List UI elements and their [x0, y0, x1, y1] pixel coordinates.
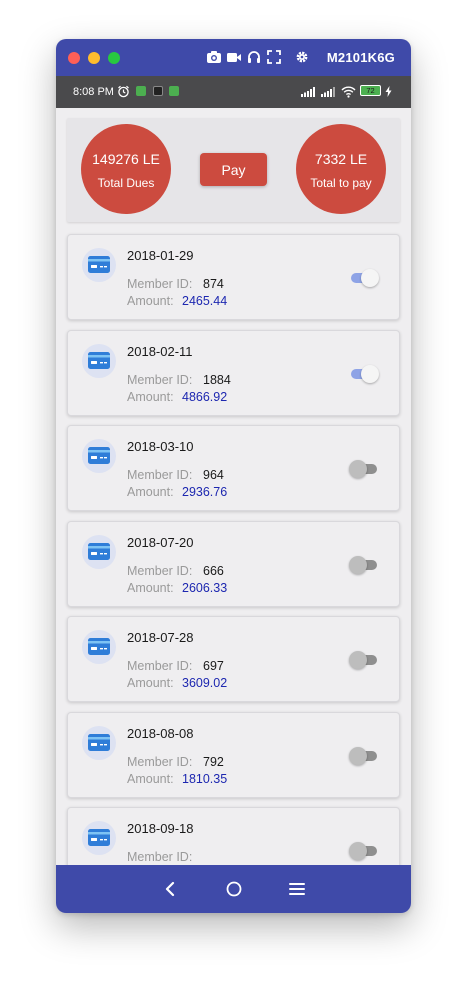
app-notification-icon — [153, 86, 163, 96]
member-id-value: 792 — [203, 754, 224, 769]
headphones-icon[interactable] — [246, 49, 262, 65]
navigation-bar — [56, 865, 411, 913]
amount-label: Amount: — [127, 294, 174, 308]
dues-summary: 149276 LE Total Dues Pay 7332 LE Total t… — [67, 118, 400, 222]
amount-value: 2606.33 — [182, 580, 228, 595]
alarm-icon — [118, 85, 129, 98]
battery-level: 72 — [366, 86, 375, 95]
amount-label: Amount: — [127, 580, 174, 595]
payment-card[interactable]: 2018-03-10 Member ID: 964 Amount: 2936.76 — [67, 425, 400, 511]
menu-icon[interactable] — [285, 877, 309, 901]
toggle-thumb — [349, 460, 367, 478]
credit-card-icon — [82, 534, 116, 569]
payment-card[interactable]: 2018-07-20 Member ID: 666 Amount: 2606.33 — [67, 520, 400, 607]
payments-screen: 149276 LE Total Dues Pay 7332 LE Total t… — [56, 108, 411, 904]
pay-button[interactable]: Pay — [200, 153, 267, 186]
select-payment-toggle[interactable] — [349, 842, 379, 860]
member-id-value: 1884 — [203, 372, 231, 387]
payment-date: 2018-08-08 — [127, 725, 194, 741]
toggle-thumb — [349, 651, 367, 669]
select-payment-toggle[interactable] — [349, 651, 379, 669]
member-id-value: 666 — [203, 563, 224, 578]
toggle-thumb — [349, 746, 367, 765]
select-payment-toggle[interactable] — [349, 746, 379, 765]
select-payment-toggle[interactable] — [349, 555, 379, 574]
signal-icon — [301, 87, 315, 97]
total-to-pay-badge: 7332 LE Total to pay — [296, 124, 386, 214]
close-window-button[interactable] — [68, 52, 80, 64]
gear-icon[interactable] — [294, 49, 310, 65]
member-id-label: Member ID: — [127, 372, 193, 387]
member-id-value: 874 — [203, 277, 224, 291]
device-frame: M2101K6G 8:08 PM 72 149276 LE Total Dues… — [56, 39, 411, 913]
select-payment-toggle[interactable] — [349, 269, 379, 287]
amount-value: 1810.35 — [182, 771, 228, 786]
amount-value: 2465.44 — [182, 294, 228, 308]
payment-date: 2018-03-10 — [127, 439, 194, 454]
total-dues-label: Total Dues — [97, 176, 155, 190]
member-id-value: 964 — [203, 468, 224, 482]
camera-icon[interactable] — [206, 49, 222, 65]
status-time: 8:08 PM — [73, 86, 114, 98]
member-id-value: 697 — [203, 659, 224, 673]
member-id-label: Member ID: — [127, 277, 193, 291]
payment-date: 2018-09-18 — [127, 821, 194, 836]
select-payment-toggle[interactable] — [349, 364, 379, 383]
select-payment-toggle[interactable] — [349, 460, 379, 478]
fullscreen-icon[interactable] — [266, 49, 282, 65]
toggle-thumb — [349, 842, 367, 860]
amount-value: 3609.02 — [182, 676, 228, 690]
credit-card-icon — [82, 439, 116, 473]
member-id-label: Member ID: — [127, 850, 193, 864]
amount-label: Amount: — [127, 485, 174, 499]
charging-icon — [385, 86, 392, 97]
status-bar: 8:08 PM 72 — [56, 76, 411, 108]
toggle-thumb — [349, 555, 367, 574]
emulator-titlebar: M2101K6G — [56, 39, 411, 76]
amount-label: Amount: — [127, 389, 174, 404]
device-name: M2101K6G — [326, 50, 395, 65]
member-id-label: Member ID: — [127, 563, 193, 578]
total-dues-amount: 149276 LE — [92, 151, 160, 167]
credit-card-icon — [82, 630, 116, 664]
app-notification-icon — [136, 86, 146, 96]
payment-card[interactable]: 2018-07-28 Member ID: 697 Amount: 3609.02 — [67, 616, 400, 702]
amount-value: 2936.76 — [182, 485, 228, 499]
credit-card-icon — [82, 821, 116, 855]
toggle-thumb — [361, 269, 379, 287]
member-id-label: Member ID: — [127, 659, 193, 673]
payment-card[interactable]: 2018-08-08 Member ID: 792 Amount: 1810.35 — [67, 711, 400, 798]
payment-date: 2018-02-11 — [127, 343, 193, 359]
payment-card[interactable]: 2018-01-29 Member ID: 874 Amount: 2465.44 — [67, 234, 400, 320]
credit-card-icon — [82, 725, 116, 760]
payment-card[interactable]: 2018-02-11 Member ID: 1884 Amount: 4866.92 — [67, 329, 400, 416]
member-id-label: Member ID: — [127, 468, 193, 482]
back-icon[interactable] — [158, 877, 182, 901]
credit-card-icon — [82, 343, 116, 378]
app-notification-icon — [169, 86, 179, 96]
zoom-window-button[interactable] — [108, 52, 120, 64]
member-id-label: Member ID: — [127, 754, 193, 769]
total-dues-badge: 149276 LE Total Dues — [81, 124, 171, 214]
toggle-thumb — [361, 364, 379, 383]
amount-label: Amount: — [127, 676, 174, 690]
payment-date: 2018-07-28 — [127, 630, 194, 645]
payment-date: 2018-01-29 — [127, 248, 194, 263]
amount-value: 4866.92 — [182, 389, 228, 404]
credit-card-icon — [82, 248, 116, 282]
wifi-icon — [341, 86, 356, 98]
signal-icon — [321, 87, 335, 97]
video-icon[interactable] — [226, 49, 242, 65]
minimize-window-button[interactable] — [88, 52, 100, 64]
amount-label: Amount: — [127, 771, 174, 786]
total-to-pay-amount: 7332 LE — [314, 151, 368, 167]
home-icon[interactable] — [222, 877, 246, 901]
battery-indicator: 72 — [360, 85, 381, 96]
payment-date: 2018-07-20 — [127, 534, 194, 550]
total-to-pay-label: Total to pay — [310, 176, 372, 190]
